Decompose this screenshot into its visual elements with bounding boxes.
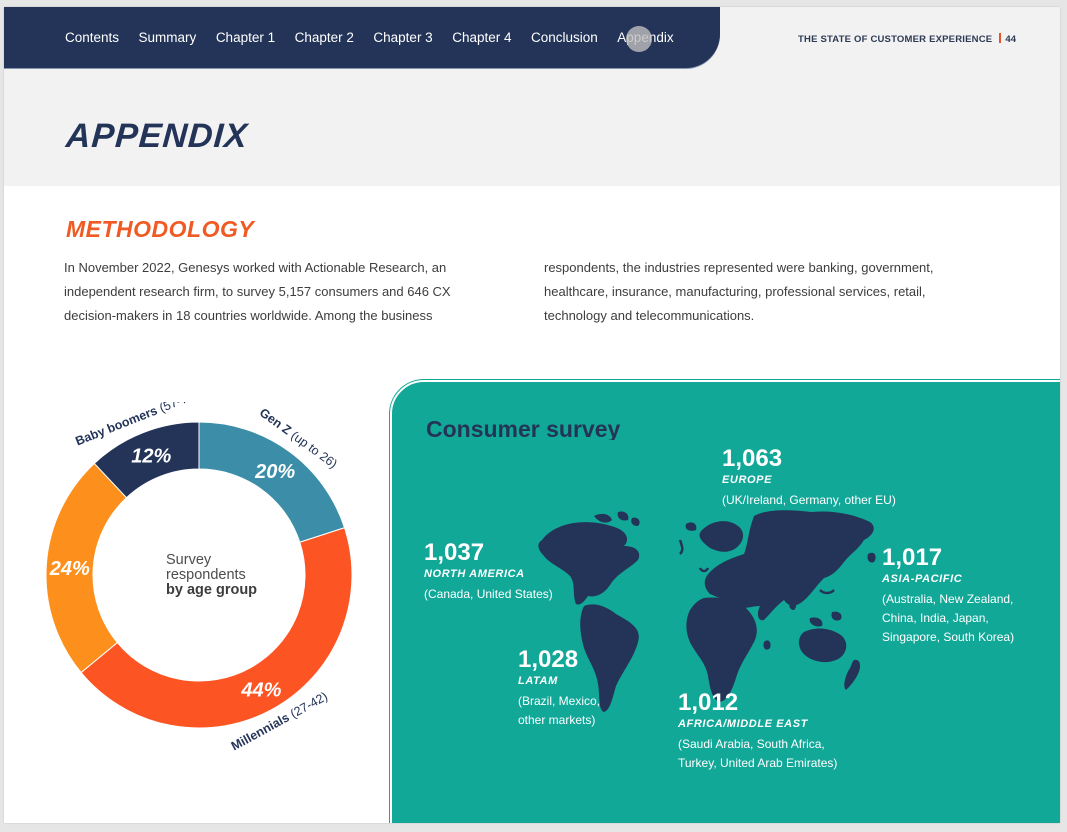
nav-summary[interactable]: Summary xyxy=(139,30,197,45)
detail-line: (Saudi Arabia, South Africa, xyxy=(678,737,825,751)
consumer-survey-panel: Consumer survey 1,063 EUROPE (UK/Ireland… xyxy=(390,380,1060,823)
detail-line: (Canada, United States) xyxy=(424,587,553,601)
stat-north-america: 1,037 NORTH AMERICA (Canada, United Stat… xyxy=(424,540,553,604)
stat-africa-middle-east-region: AFRICA/MIDDLE EAST xyxy=(678,718,808,730)
detail-line: Singapore, South Korea) xyxy=(882,630,1015,644)
nav-chapter-3[interactable]: Chapter 3 xyxy=(373,30,432,45)
page-number: 44 xyxy=(1005,34,1017,45)
page-title: APPENDIX xyxy=(64,117,250,155)
detail-line: other markets) xyxy=(518,713,596,727)
donut-center-label: Survey respondents by age group xyxy=(166,553,257,598)
stat-latam: 1,028 LATAM (Brazil, Mexico, other marke… xyxy=(518,647,600,730)
detail-line: (Brazil, Mexico, xyxy=(518,694,601,708)
nav-conclusion[interactable]: Conclusion xyxy=(531,30,598,45)
stat-latam-region: LATAM xyxy=(518,675,558,687)
chapter-nav: Contents Summary Chapter 1 Chapter 2 Cha… xyxy=(4,7,720,68)
center-line-2: respondents xyxy=(166,567,246,583)
detail-line: China, India, Japan, xyxy=(882,611,989,625)
donut-value-label: 44% xyxy=(240,679,281,701)
consumer-survey-title: Consumer survey xyxy=(426,416,621,440)
stat-asia-pacific-count: 1,017 xyxy=(882,544,943,571)
donut-value-label: 12% xyxy=(131,446,171,468)
detail-line: (Australia, New Zealand, xyxy=(882,592,1014,606)
nav-chapter-2[interactable]: Chapter 2 xyxy=(295,30,354,45)
stat-europe-count: 1,063 xyxy=(722,445,783,472)
report-page: Contents Summary Chapter 1 Chapter 2 Cha… xyxy=(4,7,1060,823)
methodology-text-col2: respondents, the industries represented … xyxy=(544,260,934,323)
stat-latam-detail: (Brazil, Mexico, other markets) xyxy=(518,692,600,730)
donut-value-label: 20% xyxy=(254,461,295,483)
stat-asia-pacific-region: ASIA-PACIFIC xyxy=(882,573,963,585)
stat-africa-middle-east-detail: (Saudi Arabia, South Africa, Turkey, Uni… xyxy=(678,735,837,773)
stat-africa-middle-east-count: 1,012 xyxy=(678,689,739,716)
header-divider xyxy=(999,33,1002,43)
stat-europe-region: EUROPE xyxy=(722,474,773,486)
stat-north-america-count: 1,037 xyxy=(424,539,485,566)
methodology-heading: METHODOLOGY xyxy=(66,216,255,242)
document-title: THE STATE OF CUSTOMER EXPERIENCE xyxy=(798,34,993,45)
nav-chapter-1[interactable]: Chapter 1 xyxy=(216,30,275,45)
stat-asia-pacific: 1,017 ASIA-PACIFIC (Australia, New Zeala… xyxy=(882,545,1014,647)
center-line-1: Survey xyxy=(166,552,212,568)
stat-asia-pacific-detail: (Australia, New Zealand, China, India, J… xyxy=(882,590,1014,647)
running-header: THE STATE OF CUSTOMER EXPERIENCE 44 xyxy=(798,33,1016,45)
stat-north-america-detail: (Canada, United States) xyxy=(424,585,553,604)
donut-value-label: 24% xyxy=(49,558,90,580)
cursor-indicator xyxy=(626,26,652,52)
methodology-text-col1: In November 2022, Genesys worked with Ac… xyxy=(64,260,451,323)
detail-line: (UK/Ireland, Germany, other EU) xyxy=(722,493,896,507)
stat-europe: 1,063 EUROPE (UK/Ireland, Germany, other… xyxy=(722,446,896,510)
stat-europe-detail: (UK/Ireland, Germany, other EU) xyxy=(722,491,896,510)
center-line-3: by age group xyxy=(166,582,258,598)
detail-line: Turkey, United Arab Emirates) xyxy=(678,756,838,770)
nav-contents[interactable]: Contents xyxy=(65,30,119,45)
nav-chapter-4[interactable]: Chapter 4 xyxy=(452,30,511,45)
stat-north-america-region: NORTH AMERICA xyxy=(424,568,525,580)
stat-latam-count: 1,028 xyxy=(518,646,579,673)
stat-africa-middle-east: 1,012 AFRICA/MIDDLE EAST (Saudi Arabia, … xyxy=(678,690,837,773)
